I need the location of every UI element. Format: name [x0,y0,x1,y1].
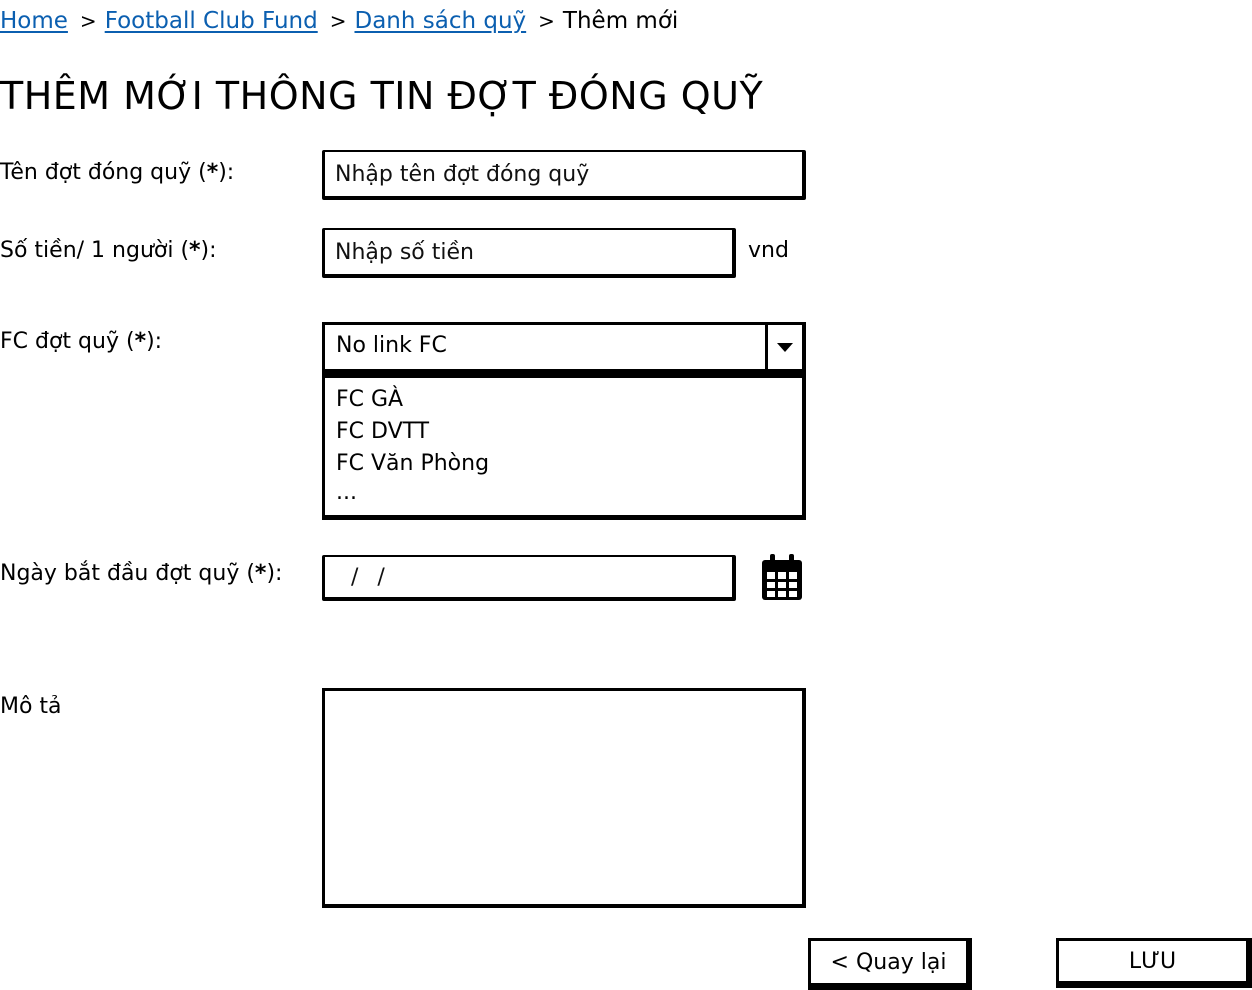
fund-name-label-end: ): [218,160,235,185]
dropdown-option[interactable]: FC GÀ [336,384,802,416]
fund-name-label: Tên đợt đóng quỹ (*): [0,160,234,185]
start-date-input[interactable]: / / [322,555,736,601]
breadcrumb: Home > Football Club Fund > Danh sách qu… [0,4,678,38]
chevron-down-icon [777,342,793,352]
amount-label-end: ): [200,238,217,263]
page-title: THÊM MỚI THÔNG TIN ĐỢT ĐÓNG QUỸ [0,74,764,118]
required-mark: * [134,329,147,354]
description-label: Mô tả [0,694,62,719]
fc-label: FC đợt quỹ (*): [0,329,162,354]
fc-select[interactable]: No link FC [322,322,806,374]
start-date-label-text: Ngày bắt đầu đợt quỹ ( [0,561,255,586]
fc-select-value: No link FC [336,333,447,358]
breadcrumb-current: Thêm mới [562,8,679,34]
save-button[interactable]: LƯU [1056,938,1252,988]
required-mark: * [254,561,267,586]
start-date-label-end: ): [266,561,283,586]
start-date-value: / / [351,564,391,590]
amount-input[interactable] [322,228,736,278]
currency-unit: vnd [748,238,789,263]
breadcrumb-separator: > [79,9,97,33]
calendar-icon[interactable] [760,552,804,602]
breadcrumb-separator: > [329,9,347,33]
breadcrumb-home-link[interactable]: Home [0,8,68,34]
description-textarea[interactable] [322,688,806,908]
dropdown-option[interactable]: FC Văn Phòng [336,448,802,480]
breadcrumb-separator: > [538,9,555,33]
amount-label: Số tiền/ 1 người (*): [0,238,217,263]
amount-label-text: Số tiền/ 1 người ( [0,238,190,263]
fc-select-toggle[interactable] [765,325,802,369]
dropdown-option-more[interactable]: ... [336,480,802,506]
fc-label-end: ): [146,329,163,354]
breadcrumb-fund-list-link[interactable]: Danh sách quỹ [354,8,526,34]
fund-name-label-text: Tên đợt đóng quỹ ( [0,160,207,185]
dropdown-option[interactable]: FC DVTT [336,416,802,448]
breadcrumb-club-link[interactable]: Football Club Fund [105,8,318,34]
start-date-label: Ngày bắt đầu đợt quỹ (*): [0,561,282,586]
required-mark: * [189,238,201,263]
fc-label-text: FC đợt quỹ ( [0,329,135,354]
fund-name-input[interactable] [322,150,806,200]
fc-dropdown-list: FC GÀ FC DVTT FC Văn Phòng ... [322,374,806,520]
required-mark: * [206,160,219,185]
back-button[interactable]: < Quay lại [808,938,972,990]
